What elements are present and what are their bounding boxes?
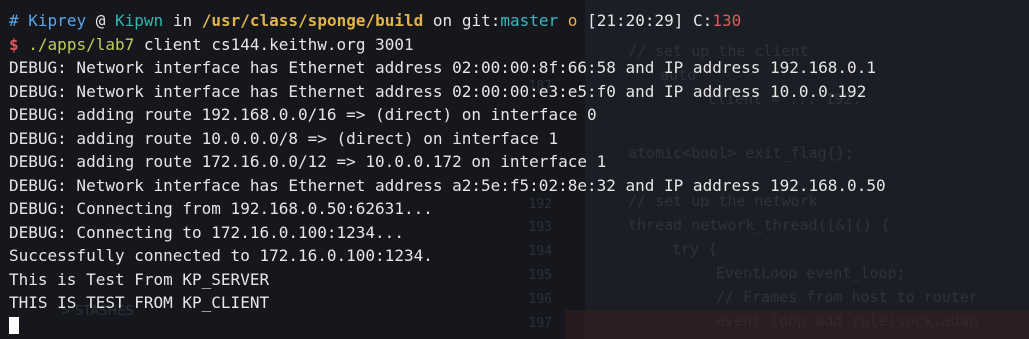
output-line: DEBUG: Network interface has Ethernet ad… xyxy=(9,81,867,101)
prompt-branch: master xyxy=(500,11,559,30)
output-line: This is Test From KP_SERVER xyxy=(9,269,270,289)
prompt-git-label: git: xyxy=(461,11,501,30)
prompt-status-line: # Kiprey @ Kipwn in /usr/class/sponge/bu… xyxy=(9,9,1024,33)
command-args: client cs144.keithw.org 3001 xyxy=(143,34,414,54)
output-line: DEBUG: Connecting from 192.168.0.50:6263… xyxy=(9,199,433,218)
text-cursor xyxy=(9,316,19,334)
prompt-exit-code: 130 xyxy=(712,11,742,30)
prompt-time: [21:20:29] xyxy=(587,11,684,30)
input-line[interactable] xyxy=(9,315,1024,334)
prompt-on: on xyxy=(432,11,453,30)
prompt-hash: # xyxy=(9,11,19,30)
output-line: Successfully connected to 172.16.0.100:1… xyxy=(9,246,433,265)
prompt-dirty-marker: o xyxy=(567,11,578,30)
output-line: DEBUG: Network interface has Ethernet ad… xyxy=(9,58,876,77)
prompt-path: /usr/class/sponge/build xyxy=(201,11,424,30)
output-line: DEBUG: Network interface has Ethernet ad… xyxy=(9,175,886,195)
terminal-output[interactable]: # Kiprey @ Kipwn in /usr/class/sponge/bu… xyxy=(9,9,1024,334)
command-program: ./apps/lab7 xyxy=(28,34,135,54)
output-line: DEBUG: adding route 172.16.0.0/12 => 10.… xyxy=(9,152,607,171)
prompt-at: @ xyxy=(95,11,106,30)
prompt-user: Kiprey xyxy=(28,11,87,30)
prompt-exit-label: C: xyxy=(693,11,713,30)
output-line: THIS IS TEST FROM KP_CLIENT xyxy=(9,293,270,312)
prompt-in: in xyxy=(172,11,193,30)
prompt-symbol: $ xyxy=(9,34,19,54)
output-line: DEBUG: adding route 10.0.0.0/8 => (direc… xyxy=(9,128,559,148)
terminal-window[interactable]: 187 192 193 194 195 196 197 // set up th… xyxy=(0,0,1029,339)
command-line: $ ./apps/lab7 client cs144.keithw.org 30… xyxy=(9,33,1024,57)
output-line: DEBUG: Connecting to 172.16.0.100:1234..… xyxy=(9,222,404,242)
output-line: DEBUG: adding route 192.168.0.0/16 => (d… xyxy=(9,105,597,124)
prompt-host: Kipwn xyxy=(115,11,164,30)
